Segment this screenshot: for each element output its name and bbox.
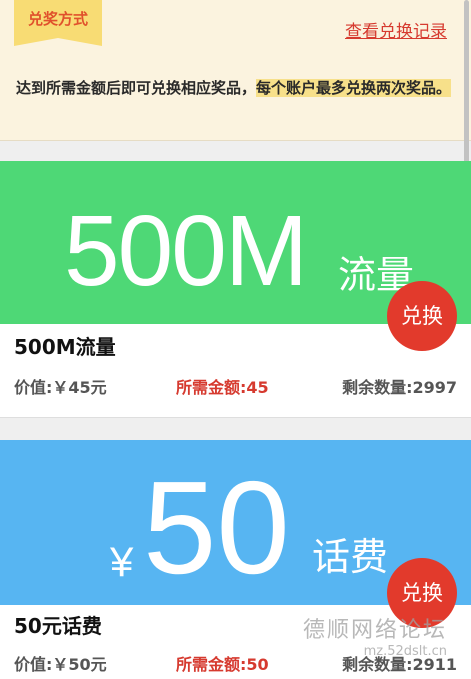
prize-cost: 所需金额:50 xyxy=(176,655,269,674)
redeem-button[interactable]: 兑换 xyxy=(387,281,457,351)
ribbon-label: 兑奖方式 xyxy=(27,10,88,28)
prize-value: 价值:￥45元 xyxy=(14,378,107,397)
prize-name: 50元话费 xyxy=(14,614,102,638)
exchange-info-panel: 兑奖方式 查看兑换记录 达到所需金额后即可兑换相应奖品，每个账户最多兑换两次奖品… xyxy=(0,0,471,141)
prize-card-data-500m: 500M 流量 兑换 500M流量 价值:￥45元 所需金额:45 剩余数量:2… xyxy=(0,161,471,418)
prize-cost: 所需金额:45 xyxy=(176,378,269,397)
prize-value: 价值:￥50元 xyxy=(14,655,107,674)
prize-stock: 剩余数量:2997 xyxy=(342,378,457,397)
watermark-sub: mz.52dslt.cn xyxy=(363,644,447,659)
watermark-main: 德顺网络论坛 xyxy=(302,618,447,643)
banner-main-text: 50 xyxy=(143,454,290,601)
scrollbar[interactable] xyxy=(464,0,469,178)
banner-main-text: 500M xyxy=(64,195,308,307)
forum-watermark: 德顺网络论坛 mz.52dslt.cn xyxy=(303,618,447,660)
notice-text: 达到所需金额后即可兑换相应奖品， xyxy=(16,79,257,97)
banner-currency-symbol: ¥ xyxy=(110,538,134,585)
prize-name: 500M流量 xyxy=(14,335,116,359)
notice-highlight: 每个账户最多兑换两次奖品。 xyxy=(256,79,452,97)
view-redeem-records-link[interactable]: 查看兑换记录 xyxy=(345,17,447,42)
exchange-method-ribbon: 兑奖方式 xyxy=(14,0,102,46)
banner-unit-text: 话费 xyxy=(312,537,389,579)
exchange-notice: 达到所需金额后即可兑换相应奖品，每个账户最多兑换两次奖品。 xyxy=(16,76,456,100)
